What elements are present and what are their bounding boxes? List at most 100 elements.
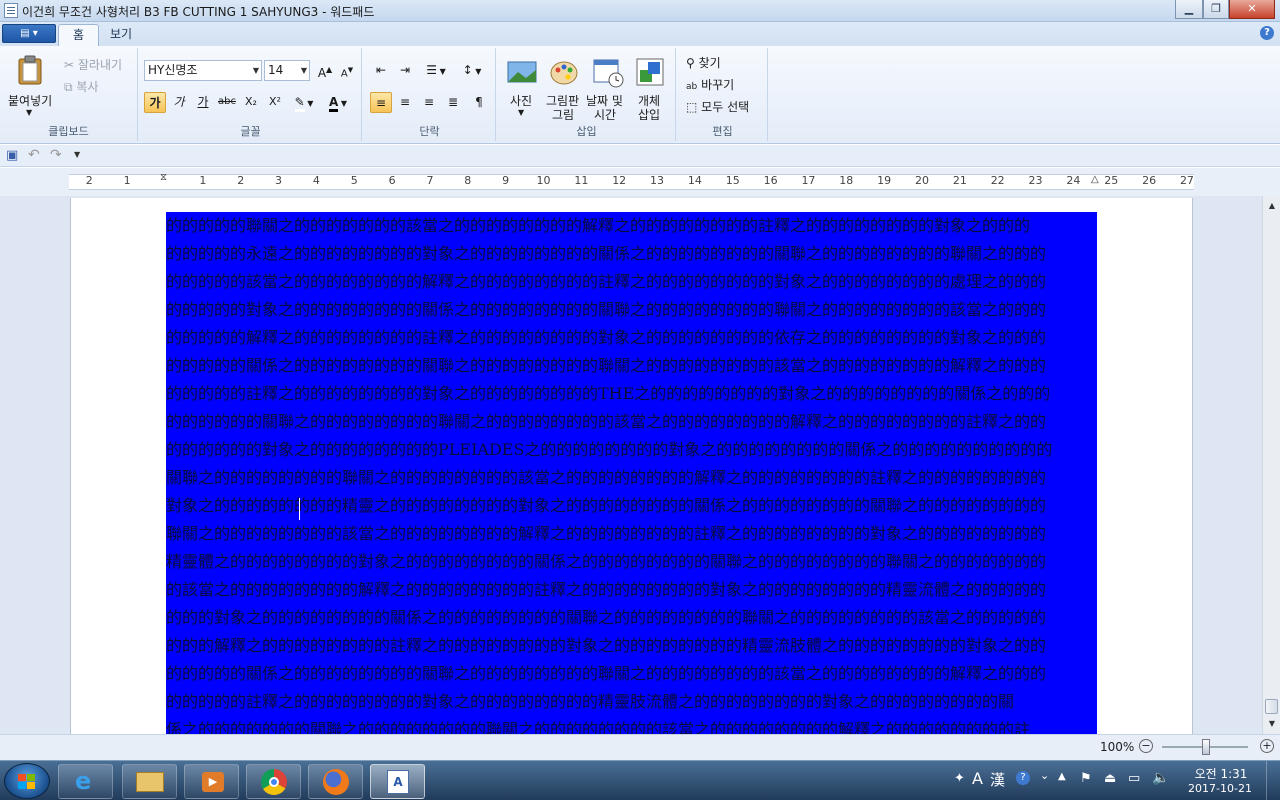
clock-date[interactable]: 2017-10-21 (1184, 782, 1256, 795)
line-spacing-button[interactable]: ↕ ▼ (456, 60, 488, 81)
document-text-line[interactable]: 的的的的的註釋之的的的的的的的的對象之的的的的的的的的精靈肢流體之的的的的的的的… (166, 688, 1097, 716)
help-icon[interactable]: ? (1260, 26, 1274, 40)
maximize-button[interactable]: ❐ (1203, 0, 1229, 19)
taskbar-media-player[interactable]: ▶ (184, 764, 239, 799)
paragraph-dialog-button[interactable]: ¶ (468, 92, 490, 113)
underline-button[interactable]: 가 (192, 92, 214, 113)
document-text-line[interactable]: 的的的的的聯關之的的的的的的的該當之的的的的的的的的解釋之的的的的的的的的註釋之… (166, 212, 1097, 240)
justify-button[interactable]: ≣ (442, 92, 464, 113)
scroll-up-arrow-icon[interactable]: ▲ (1263, 198, 1280, 214)
wordpad-icon: A (387, 770, 409, 794)
paint-palette-icon (550, 61, 578, 85)
ime-mode[interactable]: A (972, 769, 983, 788)
taskbar-internet-explorer[interactable]: e (58, 764, 113, 799)
taskbar-firefox[interactable] (308, 764, 363, 799)
start-button[interactable] (4, 763, 50, 799)
ime-options-icon[interactable]: ⌄ (1040, 769, 1049, 782)
zoom-out-icon[interactable]: − (1139, 739, 1153, 753)
align-left-icon: ≡ (375, 96, 387, 110)
document-text-line[interactable]: 聯關之的的的的的的的的該當之的的的的的的的的解釋之的的的的的的的的註釋之的的的的… (166, 520, 1097, 548)
document-text-line[interactable]: 的的的解釋之的的的的的的的的註釋之的的的的的的的的對象之的的的的的的的的精靈流肢… (166, 632, 1097, 660)
align-left-button[interactable]: ≡ (370, 92, 392, 113)
customize-qat-icon[interactable]: ▼ (74, 150, 80, 159)
align-right-button[interactable]: ≡ (418, 92, 440, 113)
decrease-indent-button[interactable]: ⇤ (370, 60, 392, 81)
document-text-line[interactable]: 的的的的的永遠之的的的的的的的的對象之的的的的的的的的關係之的的的的的的的的關聯… (166, 240, 1097, 268)
clock-time[interactable]: 오전 1:31 (1188, 765, 1254, 782)
replace-button[interactable]: ab 바꾸기 (686, 76, 734, 93)
increase-indent-button[interactable]: ⇥ (394, 60, 416, 81)
ruler[interactable]: 2 1 1 2 3 4 5 6 7 8 9 10 11 12 13 14 15 16 17 18 19 20 21 22 23 2… (0, 168, 1280, 196)
document-text-line[interactable]: 的的的的的註釋之的的的的的的的的對象之的的的的的的的的THE之的的的的的的的的對… (166, 380, 1097, 408)
action-center-icon[interactable]: ⚑ (1080, 771, 1092, 786)
shrink-font-button[interactable]: A▼ (336, 60, 358, 81)
font-size-select[interactable]: 14 ▼ (264, 60, 310, 81)
minimize-button[interactable]: ▁ (1175, 0, 1203, 19)
paste-button[interactable]: 붙여넣기 ▼ (4, 52, 56, 120)
language-bar-icon[interactable]: ✦ (954, 771, 965, 786)
copy-button[interactable]: ⧉ 복사 (64, 78, 99, 95)
insert-picture-button[interactable]: 사진 ▼ (504, 54, 540, 124)
strikethrough-button[interactable]: abc (216, 92, 238, 113)
show-hidden-icons-icon[interactable]: ▲ (1058, 771, 1066, 782)
undo-icon[interactable]: ↶ (28, 147, 40, 163)
taskbar-file-explorer[interactable] (122, 764, 177, 799)
network-icon[interactable]: ▭ (1128, 771, 1140, 786)
redo-icon[interactable]: ↷ (50, 147, 62, 163)
ime-help-icon[interactable]: ? (1016, 771, 1030, 785)
save-icon[interactable]: ▣ (6, 148, 18, 163)
document-text-line[interactable]: 精靈體之的的的的的的的的對象之的的的的的的的的關係之的的的的的的的的關聯之的的的… (166, 548, 1097, 576)
scrollbar-thumb[interactable] (1265, 699, 1278, 714)
taskbar-wordpad[interactable]: A (370, 764, 425, 799)
volume-icon[interactable]: 🔈 (1152, 770, 1169, 786)
wordpad-app-icon[interactable] (4, 3, 18, 18)
safely-remove-icon[interactable]: ⏏ (1104, 771, 1116, 786)
selected-text-block[interactable]: 的的的的的聯關之的的的的的的的該當之的的的的的的的的解釋之的的的的的的的的註釋之… (166, 212, 1097, 734)
italic-button[interactable]: 가 (168, 92, 190, 113)
document-text-line[interactable]: 的的的的的解釋之的的的的的的的的註釋之的的的的的的的的對象之的的的的的的的的依存… (166, 324, 1097, 352)
insert-datetime-button[interactable]: 날짜 및 시간 (586, 54, 630, 124)
application-menu-button[interactable]: ▤ ▾ (2, 24, 56, 43)
document-text-line[interactable]: 對象之的的的的的的的的精靈之的的的的的的的的對象之的的的的的的的的關係之的的的的… (166, 492, 1097, 520)
scroll-down-arrow-icon[interactable]: ▼ (1263, 716, 1280, 732)
vertical-scrollbar[interactable]: ▲ ▼ (1262, 196, 1280, 734)
taskbar-chrome[interactable] (246, 764, 301, 799)
document-text-line[interactable]: 的的的的的關係之的的的的的的的的關聯之的的的的的的的的聯關之的的的的的的的的該當… (166, 660, 1097, 688)
document-area[interactable]: 的的的的的聯關之的的的的的的的該當之的的的的的的的的解釋之的的的的的的的的註釋之… (0, 196, 1262, 734)
zoom-slider-thumb[interactable] (1202, 739, 1210, 755)
grow-font-button[interactable]: A▲ (314, 60, 336, 81)
superscript-button[interactable]: X² (264, 92, 286, 113)
document-text-line[interactable]: 的的的的的對象之的的的的的的的的關係之的的的的的的的的關聯之的的的的的的的的聯關… (166, 296, 1097, 324)
font-color-button[interactable]: A ▼ (322, 92, 354, 113)
document-text-line[interactable]: 的的的的的的對象之的的的的的的的的PLEIADES之的的的的的的的的對象之的的的… (166, 436, 1097, 464)
tab-home[interactable]: 홈 (58, 24, 100, 46)
document-text-line[interactable]: 係之的的的的的的的關聯之的的的的的的的的聯關之的的的的的的的的該當之的的的的的的… (166, 716, 1097, 734)
document-text-line[interactable]: 的的的對象之的的的的的的的的關係之的的的的的的的的關聯之的的的的的的的的聯關之的… (166, 604, 1097, 632)
zoom-in-icon[interactable]: + (1260, 739, 1274, 753)
bullets-button[interactable]: ☰ ▼ (420, 60, 452, 81)
close-button[interactable]: ✕ (1229, 0, 1275, 19)
paste-dropdown-icon[interactable]: ▼ (26, 108, 32, 117)
subscript-button[interactable]: X₂ (240, 92, 262, 113)
document-text-line[interactable]: 的的的的的該當之的的的的的的的的解釋之的的的的的的的的註釋之的的的的的的的的對象… (166, 268, 1097, 296)
highlight-color-button[interactable]: ✎ ▼ (288, 92, 320, 113)
right-indent-marker-icon[interactable]: △ (1091, 174, 1099, 185)
show-desktop-button[interactable] (1266, 761, 1280, 801)
document-page[interactable]: 的的的的的聯關之的的的的的的的該當之的的的的的的的的解釋之的的的的的的的的註釋之… (70, 198, 1193, 734)
font-family-select[interactable]: HY신명조 ▼ (144, 60, 262, 81)
bold-button[interactable]: 가 (144, 92, 166, 113)
cut-button[interactable]: ✂ 잘라내기 (64, 56, 122, 73)
paste-label: 붙여넣기 (8, 94, 53, 108)
align-center-button[interactable]: ≡ (394, 92, 416, 113)
document-text-line[interactable]: 關聯之的的的的的的的的聯關之的的的的的的的的該當之的的的的的的的的解釋之的的的的… (166, 464, 1097, 492)
document-text-line[interactable]: 的該當之的的的的的的的的解釋之的的的的的的的的註釋之的的的的的的的的對象之的的的… (166, 576, 1097, 604)
find-button[interactable]: ⚲ 찾기 (686, 54, 721, 71)
hanja-mode[interactable]: 漢 (990, 769, 1005, 790)
tab-view[interactable]: 보기 (96, 24, 146, 46)
document-text-line[interactable]: 的的的的的的關聯之的的的的的的的的聯關之的的的的的的的的該當之的的的的的的的的解… (166, 408, 1097, 436)
insert-object-button[interactable]: 개체 삽입 (632, 54, 668, 124)
select-all-button[interactable]: ⬚ 모두 선택 (686, 98, 749, 115)
document-text-line[interactable]: 的的的的的關係之的的的的的的的的關聯之的的的的的的的的聯關之的的的的的的的的該當… (166, 352, 1097, 380)
left-indent-marker-icon[interactable]: ⧖ (160, 172, 167, 183)
insert-paint-drawing-button[interactable]: 그림판 그림 (544, 54, 584, 124)
